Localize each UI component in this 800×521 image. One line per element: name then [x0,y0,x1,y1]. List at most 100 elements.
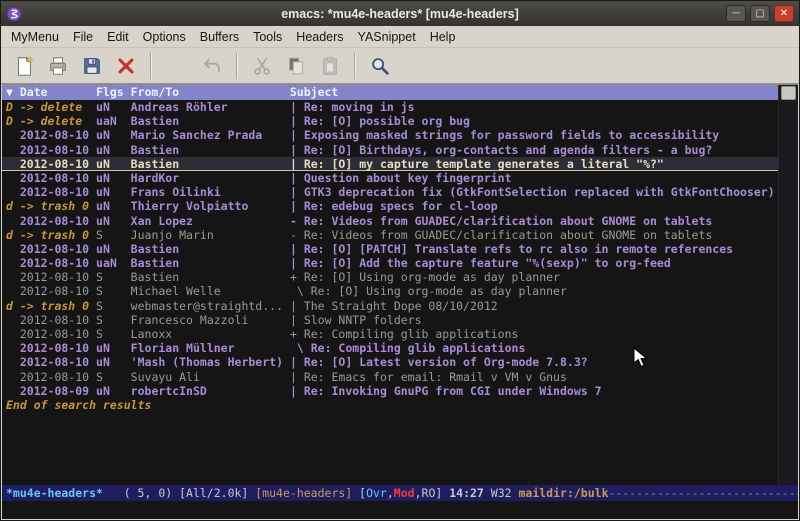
from-field: HardKor [131,171,283,185]
from-field: Lanoxx [131,327,283,341]
from-field: Florian Müllner [131,341,283,355]
undo-button[interactable] [195,51,229,81]
mouse-cursor [633,347,649,369]
message-row[interactable]: d -> trash 0 S webmaster@straightd... | … [2,299,798,313]
message-row[interactable]: 2012-08-10 S Francesco Mazzoli | Slow NN… [2,313,798,327]
paste-icon [319,55,341,77]
message-row[interactable]: 2012-08-10 S Michael Welle \ Re: [O] Usi… [2,284,798,298]
message-row[interactable]: d -> trash 0 uN Thierry Volpiatto | Re: … [2,199,798,213]
message-row[interactable]: 2012-08-10 uN Xan Lopez - Re: Videos fro… [2,214,798,228]
from-field: Suvayu Ali [131,370,283,384]
thread-indicator: | [290,157,297,171]
flags-field: S [96,327,124,341]
message-row[interactable]: 2012-08-10 S Suvayu Ali | Re: Emacs for … [2,370,798,384]
date-field: 2012-08-10 [6,242,89,256]
save-button[interactable] [75,51,109,81]
message-row[interactable]: 2012-08-10 uN HardKor | Question about k… [2,171,798,185]
maximize-button[interactable]: ▢ [750,5,770,22]
from-field: Bastien [131,270,283,284]
column-header-from-to[interactable]: From/To [124,85,179,99]
flags-field: uN [96,242,124,256]
message-row[interactable]: 2012-08-10 uN Frans Oilinki | GTK3 depre… [2,185,798,199]
modeline-fill: -------------------------------------- [609,486,799,500]
modeline-folder: maildir:/bulk [518,486,608,500]
menu-item-buffers[interactable]: Buffers [193,27,246,47]
minibuffer[interactable] [2,501,798,519]
flags-field: S [96,370,124,384]
date-field: 2012-08-10 [6,185,89,199]
column-header-flags[interactable]: Flgs [48,85,124,99]
subject-field: Re: Compiling glib applications [311,341,526,355]
flags-field: uN [96,185,124,199]
message-row[interactable]: 2012-08-10 uN Florian Müllner \ Re: Comp… [2,341,798,355]
message-row[interactable]: 2012-08-10 uN Mario Sanchez Prada | Expo… [2,128,798,142]
menu-item-yasnippet[interactable]: YASnippet [351,27,423,47]
flags-field: uN [96,341,124,355]
minimize-button[interactable]: ─ [726,5,746,22]
column-header-date[interactable]: ▼ Date [6,85,48,99]
thread-indicator: | [290,143,297,157]
message-row[interactable]: d -> trash 0 S Juanjo Marin - Re: Videos… [2,228,798,242]
subject-field: Re: [O] Latest version of Org-mode 7.8.3… [304,355,588,369]
print-button[interactable] [41,51,75,81]
emacs-app-icon [6,6,22,22]
from-field: Xan Lopez [131,214,283,228]
from-field: Thierry Volpiatto [131,199,283,213]
subject-field: Re: Videos from GUADEC/clarification abo… [304,214,713,228]
menu-item-help[interactable]: Help [423,27,463,47]
mark-field: D -> delete [6,100,89,114]
toolbar-separator [150,53,152,79]
close-button[interactable]: ✕ [774,5,794,22]
message-row[interactable]: 2012-08-10 uaN Bastien | Re: [O] Add the… [2,256,798,270]
message-row[interactable]: 2012-08-10 uN 'Mash (Thomas Herbert) | R… [2,355,798,369]
message-row[interactable]: D -> delete uaN Bastien | Re: [O] possib… [2,114,798,128]
thread-indicator: - [290,228,297,242]
from-field: Bastien [131,157,283,171]
copy-icon [285,55,307,77]
message-row[interactable]: 2012-08-10 uN Bastien | Re: [O] Birthday… [2,143,798,157]
message-row-current[interactable]: 2012-08-10 uN Bastien | Re: [O] my captu… [2,157,798,171]
copy-button[interactable] [279,51,313,81]
menu-item-file[interactable]: File [66,27,100,47]
subject-field: Re: [O] possible org bug [304,114,470,128]
from-field: robertcInSD [131,384,283,398]
from-field: webmaster@straightd... [131,299,283,313]
date-field: 2012-08-10 [6,313,89,327]
from-field: Michael Welle [131,284,283,298]
menu-item-headers[interactable]: Headers [289,27,350,47]
scrollbar[interactable] [778,85,798,485]
subject-field: Exposing masked strings for password fie… [304,128,719,142]
message-row[interactable]: D -> delete uN Andreas Röhler | Re: movi… [2,100,798,114]
cut-button[interactable] [245,51,279,81]
mark-field: d -> trash 0 [6,228,89,242]
message-row[interactable]: 2012-08-10 S Bastien + Re: [O] Using org… [2,270,798,284]
scrollbar-thumb[interactable] [781,86,796,100]
close-buffer-button[interactable] [109,51,143,81]
message-row[interactable]: 2012-08-10 S Lanoxx + Re: Compiling glib… [2,327,798,341]
menu-item-tools[interactable]: Tools [246,27,289,47]
subject-field: Re: Invoking GnuPG from CGI under Window… [304,384,602,398]
message-list: D -> delete uN Andreas Röhler | Re: movi… [2,100,798,398]
column-header-subject[interactable]: Subject [179,85,338,99]
flags-field: uN [96,128,124,142]
paste-button[interactable] [313,51,347,81]
menu-item-mymenu[interactable]: MyMenu [4,27,66,47]
message-row[interactable]: 2012-08-09 uN robertcInSD | Re: Invoking… [2,384,798,398]
thread-indicator: + [290,270,297,284]
menu-item-options[interactable]: Options [136,27,193,47]
toolbar-separator [236,53,238,79]
thread-indicator: | [290,100,297,114]
menu-item-edit[interactable]: Edit [100,27,136,47]
thread-indicator: | [290,299,297,313]
mark-field: D -> delete [6,114,89,128]
search-button[interactable] [363,51,397,81]
subject-field: GTK3 deprecation fix (GtkFontSelection r… [304,185,775,199]
search-icon [369,55,391,77]
message-row[interactable]: 2012-08-10 uN Bastien | Re: [O] [PATCH] … [2,242,798,256]
from-field: Juanjo Marin [131,228,283,242]
flags-field: uN [96,384,124,398]
new-file-button[interactable] [7,51,41,81]
titlebar: emacs: *mu4e-headers* [mu4e-headers] ─ ▢… [1,1,799,26]
subject-field: Re: moving in js [304,100,415,114]
thread-indicator: | [290,171,297,185]
